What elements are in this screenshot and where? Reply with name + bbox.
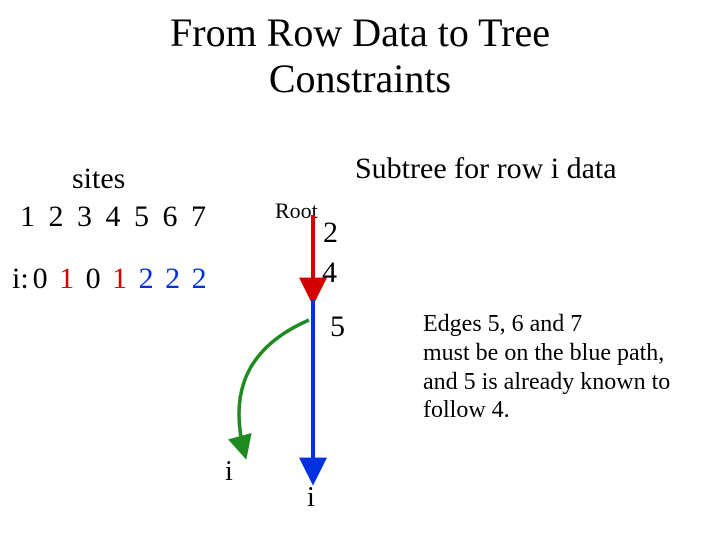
caption-l2: must be on the blue path, xyxy=(423,340,664,366)
root-label: Root xyxy=(275,198,318,224)
row-i-v0: 0 xyxy=(31,262,50,295)
edge-label-5: 5 xyxy=(330,310,345,344)
edge-label-2: 2 xyxy=(323,216,338,250)
leaf-i-left: i xyxy=(225,456,233,488)
title-line-1: From Row Data to Tree xyxy=(170,10,550,55)
caption-l3: and 5 is already known to xyxy=(423,369,670,395)
branch-green xyxy=(239,320,309,455)
row-i-v5: 2 xyxy=(163,262,182,295)
sites-block: sites 1 2 3 4 5 6 7 xyxy=(20,160,209,235)
edge-label-4: 4 xyxy=(322,256,337,290)
row-i-prefix: i: xyxy=(10,262,31,295)
row-i-v3: 1 xyxy=(110,262,129,295)
edge-caption: Edges 5, 6 and 7 must be on the blue pat… xyxy=(423,310,713,425)
row-i-v2: 0 xyxy=(84,262,103,295)
title-line-2: Constraints xyxy=(269,56,451,101)
row-i-v4: 2 xyxy=(137,262,156,295)
row-i: i:0 1 0 1 2 2 2 xyxy=(10,262,209,296)
subtree-title: Subtree for row i data xyxy=(355,152,617,186)
row-i-v1: 1 xyxy=(57,262,76,295)
sites-numbers: 1 2 3 4 5 6 7 xyxy=(20,198,209,236)
sites-label: sites xyxy=(20,160,209,198)
caption-l4: follow 4. xyxy=(423,397,510,423)
row-i-v6: 2 xyxy=(190,262,209,295)
leaf-i-right: i xyxy=(307,482,315,514)
slide-title: From Row Data to Tree Constraints xyxy=(0,10,720,102)
caption-l1: Edges 5, 6 and 7 xyxy=(423,311,582,337)
